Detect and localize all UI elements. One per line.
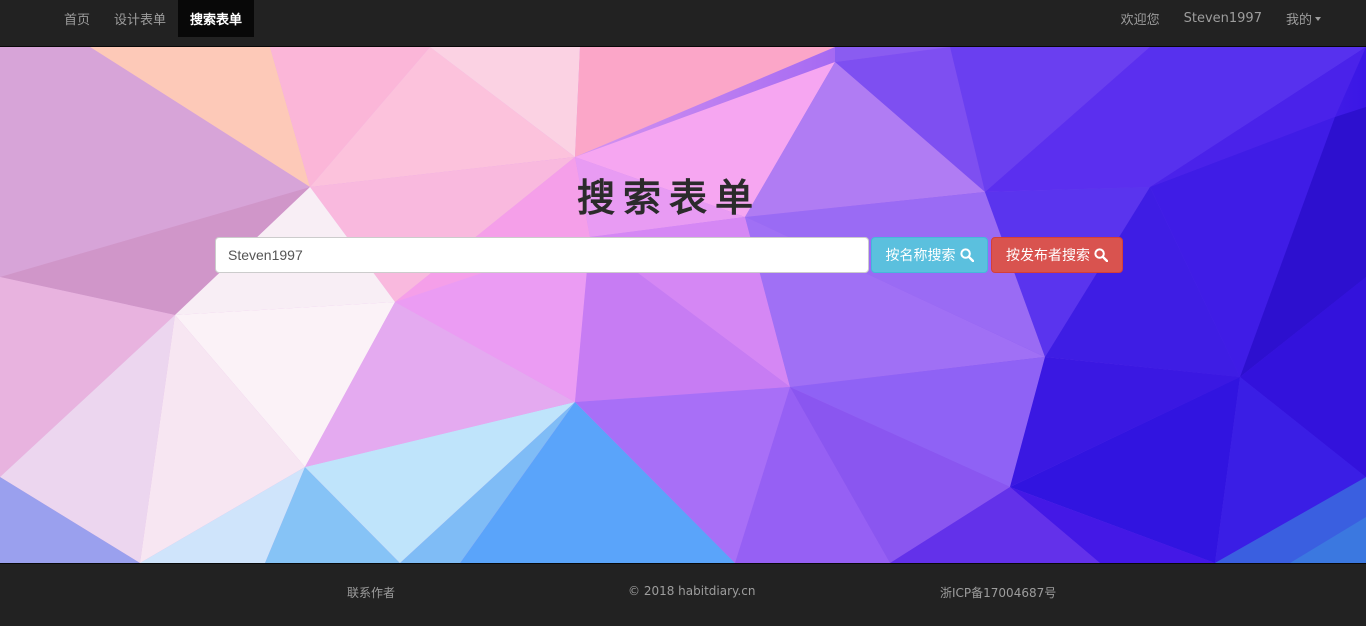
nav-item-label: 设计表单 bbox=[114, 13, 167, 28]
nav-item-search-form[interactable]: 搜索表单 bbox=[178, 0, 255, 37]
nav-item-home[interactable]: 首页 bbox=[52, 0, 102, 37]
search-by-author-button[interactable]: 按发布者搜索 bbox=[991, 237, 1123, 273]
nav-welcome: 欢迎您 bbox=[1109, 0, 1172, 37]
search-input[interactable] bbox=[215, 237, 869, 273]
hero-section: 搜索表单 按名称搜索 按发布者搜索 bbox=[0, 47, 1366, 563]
search-bar: 按名称搜索 按发布者搜索 bbox=[215, 237, 1123, 273]
top-navbar: 首页 设计表单 搜索表单 欢迎您 Steven1997 我的 bbox=[0, 0, 1366, 47]
copyright-text: © 2018 habitdiary.cn bbox=[628, 584, 756, 598]
icp-license-link[interactable]: 浙ICP备17004687号 bbox=[940, 584, 1056, 601]
username-label: Steven1997 bbox=[1183, 11, 1262, 26]
welcome-text: 欢迎您 bbox=[1120, 13, 1160, 28]
nav-left-menu: 首页 设计表单 搜索表单 bbox=[52, 0, 255, 37]
polygon-background-image bbox=[0, 47, 1366, 563]
nav-right-menu: 欢迎您 Steven1997 我的 bbox=[1109, 0, 1333, 37]
search-icon bbox=[1094, 248, 1108, 262]
my-menu-label: 我的 bbox=[1285, 13, 1312, 28]
search-by-name-label: 按名称搜索 bbox=[885, 248, 956, 264]
page-footer: 联系作者 © 2018 habitdiary.cn 浙ICP备17004687号 bbox=[0, 563, 1366, 626]
nav-username[interactable]: Steven1997 bbox=[1172, 0, 1274, 37]
search-by-author-label: 按发布者搜索 bbox=[1006, 248, 1090, 264]
nav-item-label: 搜索表单 bbox=[190, 13, 243, 28]
page-title: 搜索表单 bbox=[576, 175, 761, 220]
search-by-name-button[interactable]: 按名称搜索 bbox=[871, 237, 988, 273]
contact-author-link[interactable]: 联系作者 bbox=[347, 584, 395, 601]
caret-down-icon bbox=[1315, 16, 1321, 21]
nav-item-label: 首页 bbox=[64, 13, 91, 28]
search-icon bbox=[959, 248, 974, 262]
nav-my-dropdown[interactable]: 我的 bbox=[1274, 0, 1333, 37]
nav-item-design-form[interactable]: 设计表单 bbox=[102, 0, 178, 37]
